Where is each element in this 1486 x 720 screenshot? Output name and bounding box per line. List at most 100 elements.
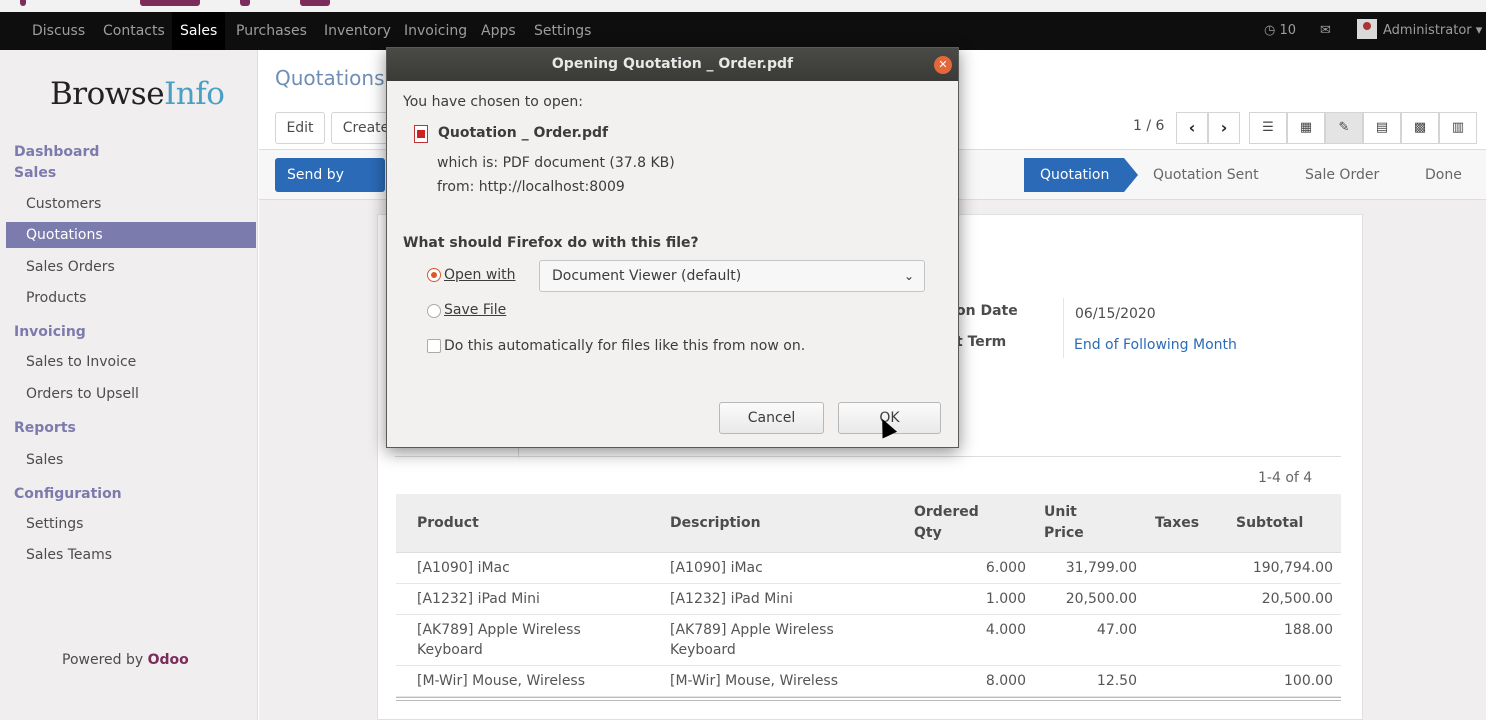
column-taxes[interactable]: Taxes bbox=[1145, 494, 1226, 553]
table-row[interactable]: [AK789] Apple Wireless Keyboard [AK789] … bbox=[396, 614, 1341, 666]
stage-quotation-sent[interactable]: Quotation Sent bbox=[1153, 158, 1259, 192]
calendar-view-icon[interactable]: ▤ bbox=[1363, 112, 1401, 144]
table-row[interactable]: [A1090] iMac [A1090] iMac 6.000 31,799.0… bbox=[396, 552, 1341, 584]
chosen-to-open-text: You have chosen to open: bbox=[403, 94, 583, 110]
nav-invoicing[interactable]: Invoicing bbox=[396, 12, 475, 50]
save-file-radio[interactable] bbox=[427, 304, 441, 318]
table-header-row: Product Description Ordered Qty Unit Price… bbox=[396, 494, 1341, 553]
sidebar-section-reports: Reports bbox=[14, 420, 76, 436]
sidebar-item-quotations[interactable]: Quotations bbox=[6, 222, 256, 248]
sidebar-item-settings[interactable]: Settings bbox=[6, 511, 256, 537]
nav-inventory[interactable]: Inventory bbox=[316, 12, 399, 50]
column-unit-price[interactable]: Unit Price bbox=[1034, 494, 1145, 553]
clock-icon: ◷ bbox=[1264, 23, 1276, 38]
dialog-title: Opening Quotation _ Order.pdf bbox=[387, 48, 958, 81]
sidebar-dashboard[interactable]: Dashboard bbox=[14, 144, 99, 160]
stage-done[interactable]: Done bbox=[1425, 158, 1462, 192]
nav-sales[interactable]: Sales bbox=[172, 12, 226, 50]
top-navbar: Discuss Contacts Sales Purchases Invento… bbox=[0, 12, 1486, 50]
table-row[interactable]: [A1232] iPad Mini [A1232] iPad Mini 1.00… bbox=[396, 583, 1341, 615]
sidebar: BrowseInfo Dashboard Sales Customers Quo… bbox=[0, 50, 258, 720]
chat-icon[interactable]: ✉ bbox=[1320, 12, 1331, 50]
save-file-label[interactable]: Save File bbox=[444, 302, 506, 318]
cell-subtotal: 188.00 bbox=[1226, 614, 1341, 666]
stage-sale-order[interactable]: Sale Order bbox=[1305, 158, 1379, 192]
cell-price: 12.50 bbox=[1034, 665, 1145, 697]
strip-mark bbox=[20, 0, 26, 6]
sidebar-section-invoicing: Invoicing bbox=[14, 324, 86, 340]
nav-contacts[interactable]: Contacts bbox=[95, 12, 173, 50]
quotation-date-value[interactable]: 06/15/2020 bbox=[1075, 306, 1156, 322]
cancel-button[interactable]: Cancel bbox=[719, 402, 824, 434]
pager-previous-button[interactable]: ‹ bbox=[1176, 112, 1208, 144]
field-divider bbox=[1063, 298, 1064, 358]
cell-taxes bbox=[1145, 665, 1226, 697]
form-view-icon[interactable]: ✎ bbox=[1325, 112, 1363, 144]
cell-price: 31,799.00 bbox=[1034, 552, 1145, 584]
pivot-view-icon[interactable]: ▩ bbox=[1401, 112, 1439, 144]
edit-button[interactable]: Edit bbox=[275, 112, 325, 144]
column-description[interactable]: Description bbox=[649, 494, 904, 553]
cell-qty: 6.000 bbox=[904, 552, 1034, 584]
action-question: What should Firefox do with this file? bbox=[403, 235, 699, 251]
table-footer bbox=[396, 697, 1341, 701]
file-type: which is: PDF document (37.8 KB) bbox=[437, 155, 675, 171]
chevron-down-icon: ⌄ bbox=[903, 269, 914, 283]
cell-price: 20,500.00 bbox=[1034, 583, 1145, 615]
payment-term-value[interactable]: End of Following Month bbox=[1074, 337, 1237, 353]
user-menu[interactable]: Administrator ▾ bbox=[1357, 12, 1482, 50]
open-with-label[interactable]: Open with bbox=[444, 267, 516, 283]
odoo-link[interactable]: Odoo bbox=[148, 652, 189, 668]
nav-apps[interactable]: Apps bbox=[473, 12, 524, 50]
strip-mark bbox=[140, 0, 200, 6]
table-row[interactable]: [M-Wir] Mouse, Wireless [M-Wir] Mouse, W… bbox=[396, 665, 1341, 697]
sidebar-item-reports-sales[interactable]: Sales bbox=[6, 447, 256, 473]
cell-product: [M-Wir] Mouse, Wireless bbox=[396, 665, 649, 697]
company-logo: BrowseInfo bbox=[50, 76, 225, 112]
open-with-radio[interactable] bbox=[427, 268, 441, 282]
column-product[interactable]: Product bbox=[396, 494, 649, 553]
sidebar-item-sales-orders[interactable]: Sales Orders bbox=[6, 254, 256, 280]
cell-qty: 8.000 bbox=[904, 665, 1034, 697]
record-count: 1-4 of 4 bbox=[1258, 470, 1313, 486]
nav-purchases[interactable]: Purchases bbox=[228, 12, 315, 50]
auto-checkbox-label[interactable]: Do this automatically for files like thi… bbox=[444, 338, 805, 354]
powered-by: Powered by Odoo bbox=[62, 652, 189, 668]
nav-discuss[interactable]: Discuss bbox=[24, 12, 93, 50]
cell-product: [A1090] iMac bbox=[396, 552, 649, 584]
file-name: Quotation _ Order.pdf bbox=[438, 125, 609, 141]
column-subtotal[interactable]: Subtotal bbox=[1226, 494, 1341, 553]
quotation-date-label: on Date bbox=[956, 303, 1018, 319]
breadcrumb[interactable]: Quotations bbox=[275, 66, 384, 90]
cell-description: [M-Wir] Mouse, Wireless bbox=[649, 665, 904, 697]
sidebar-item-sales-teams[interactable]: Sales Teams bbox=[6, 542, 256, 568]
send-by-email-button[interactable]: Send by Email bbox=[275, 158, 385, 217]
pager-value: 1 / 6 bbox=[1133, 118, 1165, 134]
browser-top-strip bbox=[0, 0, 1486, 12]
cell-taxes bbox=[1145, 583, 1226, 615]
notifications[interactable]: ◷ 10 bbox=[1264, 12, 1296, 50]
strip-mark bbox=[300, 0, 330, 6]
caret-down-icon: ▾ bbox=[1475, 23, 1483, 38]
close-icon[interactable]: ✕ bbox=[934, 56, 952, 74]
list-view-icon[interactable]: ☰ bbox=[1249, 112, 1287, 144]
pager-next-button[interactable]: › bbox=[1208, 112, 1240, 144]
file-source: from: http://localhost:8009 bbox=[437, 179, 625, 195]
sidebar-item-products[interactable]: Products bbox=[6, 285, 256, 311]
cell-price: 47.00 bbox=[1034, 614, 1145, 666]
kanban-view-icon[interactable]: ▦ bbox=[1287, 112, 1325, 144]
order-lines-table: Product Description Ordered Qty Unit Price… bbox=[396, 494, 1341, 697]
sidebar-section-sales: Sales bbox=[14, 165, 57, 181]
graph-view-icon[interactable]: ▥ bbox=[1439, 112, 1477, 144]
nav-settings[interactable]: Settings bbox=[526, 12, 599, 50]
auto-checkbox[interactable] bbox=[427, 339, 441, 353]
sidebar-item-orders-to-upsell[interactable]: Orders to Upsell bbox=[6, 381, 256, 407]
sidebar-item-customers[interactable]: Customers bbox=[6, 191, 256, 217]
cell-subtotal: 20,500.00 bbox=[1226, 583, 1341, 615]
stage-quotation[interactable]: Quotation bbox=[1024, 158, 1138, 192]
cell-qty: 1.000 bbox=[904, 583, 1034, 615]
sidebar-item-sales-to-invoice[interactable]: Sales to Invoice bbox=[6, 349, 256, 375]
column-ordered-qty[interactable]: Ordered Qty bbox=[904, 494, 1034, 553]
cell-taxes bbox=[1145, 614, 1226, 666]
open-with-app-select[interactable]: Document Viewer (default) ⌄ bbox=[539, 260, 925, 292]
